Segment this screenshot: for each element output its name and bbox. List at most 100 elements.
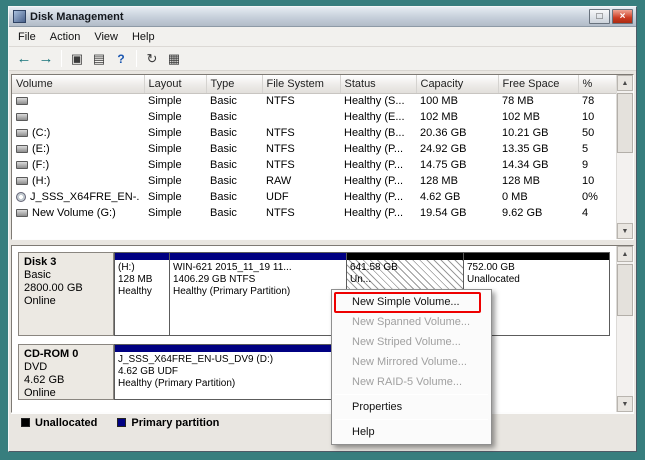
disk-type: DVD (24, 361, 48, 373)
partition-detail: 4.62 GB UDF (118, 366, 179, 377)
volume-row[interactable]: Simple Basic NTFS Healthy (S... 100 MB 7… (12, 93, 620, 109)
menu-action[interactable]: Action (43, 29, 88, 45)
cell-layout: Simple (148, 95, 182, 108)
cell-layout: Simple (148, 143, 182, 155)
titlebar[interactable]: Disk Management □ × (9, 7, 636, 27)
volume-row[interactable]: (E:) Simple Basic NTFS Healthy (P... 24.… (12, 141, 620, 157)
cell-free-space: 78 MB (502, 95, 534, 108)
scrollbar-track[interactable] (617, 91, 633, 223)
cell-status: Healthy (E... (344, 111, 405, 123)
partition-h[interactable]: (H:) 128 MB Healthy (114, 252, 170, 336)
menu-item-properties[interactable]: Properties (334, 397, 489, 417)
cell-file-system: NTFS (266, 159, 295, 171)
scroll-down-icon[interactable]: ▼ (617, 223, 633, 239)
close-button[interactable]: × (612, 9, 633, 24)
cell-type: Basic (210, 111, 237, 123)
menu-view[interactable]: View (87, 29, 125, 45)
column-header-volume[interactable]: Volume (12, 75, 145, 94)
column-header-free-space[interactable]: Free Space (498, 75, 579, 94)
toolbar: ← → ▣ ▤ ? ↻ ▦ (9, 47, 636, 71)
scroll-up-icon[interactable]: ▲ (617, 246, 633, 262)
volume-row[interactable]: (H:) Simple Basic RAW Healthy (P... 128 … (12, 173, 620, 189)
unallocated-swatch (21, 418, 30, 427)
volume-name: (C:) (32, 127, 51, 139)
primary-partition-stripe (170, 253, 346, 260)
volume-name: New Volume (G:) (32, 207, 116, 219)
cell-percent: 9 (582, 159, 589, 171)
window-footer (11, 431, 634, 451)
column-header-status[interactable]: Status (340, 75, 417, 94)
back-button[interactable]: ← (13, 49, 35, 69)
cell-percent: 4 (582, 207, 589, 219)
cell-type: Basic (210, 127, 237, 139)
maximize-button[interactable]: □ (589, 9, 610, 24)
column-header-type[interactable]: Type (206, 75, 263, 94)
scrollbar-thumb[interactable] (617, 264, 633, 316)
partition-dvd[interactable]: J_SSS_X64FRE_EN-US_DV9 (D:) 4.62 GB UDF … (114, 344, 359, 400)
graph-scrollbar[interactable]: ▲ ▼ (616, 246, 633, 412)
scroll-down-icon[interactable]: ▼ (617, 396, 633, 412)
column-header-file-system[interactable]: File System (262, 75, 341, 94)
partition-title: WIN-621 2015_11_19 11... (173, 262, 292, 273)
column-header-layout[interactable]: Layout (144, 75, 207, 94)
partition-status: Healthy (Primary Partition) (173, 286, 291, 297)
cell-free-space: 13.35 GB (502, 143, 549, 155)
window-title: Disk Management (30, 10, 124, 23)
volume-list-scrollbar[interactable]: ▲ ▼ (616, 75, 633, 239)
volume-row[interactable]: J_SSS_X64FRE_EN-... Simple Basic UDF Hea… (12, 189, 620, 205)
disk-size: 2800.00 GB (24, 282, 83, 294)
volume-row[interactable]: (C:) Simple Basic NTFS Healthy (B... 20.… (12, 125, 620, 141)
cell-layout: Simple (148, 111, 182, 123)
volume-row[interactable]: Simple Basic Healthy (E... 102 MB 102 MB… (12, 109, 620, 125)
disk-type: Basic (24, 269, 51, 281)
disk3-label[interactable]: Disk 3 Basic 2800.00 GB Online (18, 252, 114, 336)
cell-file-system: NTFS (266, 207, 295, 219)
scrollbar-track[interactable] (617, 262, 633, 396)
forward-button[interactable]: → (35, 49, 57, 69)
toolbar-separator (61, 50, 62, 67)
cell-file-system: RAW (266, 175, 292, 187)
menu-file[interactable]: File (11, 29, 43, 45)
cell-percent: 78 (582, 95, 595, 108)
column-header-capacity[interactable]: Capacity (416, 75, 499, 94)
menu-item-help[interactable]: Help (334, 422, 489, 442)
partition-status: Healthy (Primary Partition) (118, 378, 236, 389)
rescan-disks-button[interactable]: ▦ (163, 49, 185, 69)
graphical-view-pane: Disk 3 Basic 2800.00 GB Online (H:) 128 … (11, 245, 634, 413)
show-console-tree-button[interactable]: ▣ (66, 49, 88, 69)
disk-management-icon (13, 10, 26, 23)
volume-name: (E:) (32, 143, 50, 155)
disk-icon (16, 209, 28, 217)
menu-separator (335, 419, 488, 420)
cell-capacity: 20.36 GB (420, 127, 467, 139)
properties-button[interactable]: ▤ (88, 49, 110, 69)
cell-capacity: 19.54 GB (420, 207, 467, 219)
cell-status: Healthy (P... (344, 175, 404, 187)
volume-row[interactable]: (F:) Simple Basic NTFS Healthy (P... 14.… (12, 157, 620, 173)
volume-name: (H:) (32, 175, 51, 187)
cell-layout: Simple (148, 127, 182, 139)
cell-type: Basic (210, 207, 237, 219)
partition-status: Healthy (118, 286, 152, 297)
partition-win621[interactable]: WIN-621 2015_11_19 11... 1406.29 GB NTFS… (169, 252, 347, 336)
column-header-percent[interactable]: % (578, 75, 621, 94)
scroll-up-icon[interactable]: ▲ (617, 75, 633, 91)
disk-size: 4.62 GB (24, 374, 65, 386)
scrollbar-thumb[interactable] (617, 93, 633, 153)
cell-type: Basic (210, 143, 237, 155)
cdrom0-label[interactable]: CD-ROM 0 DVD 4.62 GB Online (18, 344, 114, 400)
volume-row[interactable]: New Volume (G:) Simple Basic NTFS Health… (12, 205, 620, 221)
cell-file-system: NTFS (266, 127, 295, 139)
partition-title: 752.00 GB (467, 262, 515, 273)
help-button[interactable]: ? (110, 49, 132, 69)
menu-help[interactable]: Help (125, 29, 162, 45)
disk-row-disk3: Disk 3 Basic 2800.00 GB Online (H:) 128 … (18, 252, 610, 336)
refresh-button[interactable]: ↻ (141, 49, 163, 69)
cell-capacity: 24.92 GB (420, 143, 467, 155)
menu-item-new-simple-volume[interactable]: New Simple Volume... (334, 292, 489, 312)
legend-unallocated: Unallocated (21, 417, 97, 429)
cell-type: Basic (210, 175, 237, 187)
legend-label: Primary partition (131, 416, 220, 429)
volume-name: J_SSS_X64FRE_EN-... (30, 191, 140, 203)
cell-percent: 0% (582, 191, 598, 203)
